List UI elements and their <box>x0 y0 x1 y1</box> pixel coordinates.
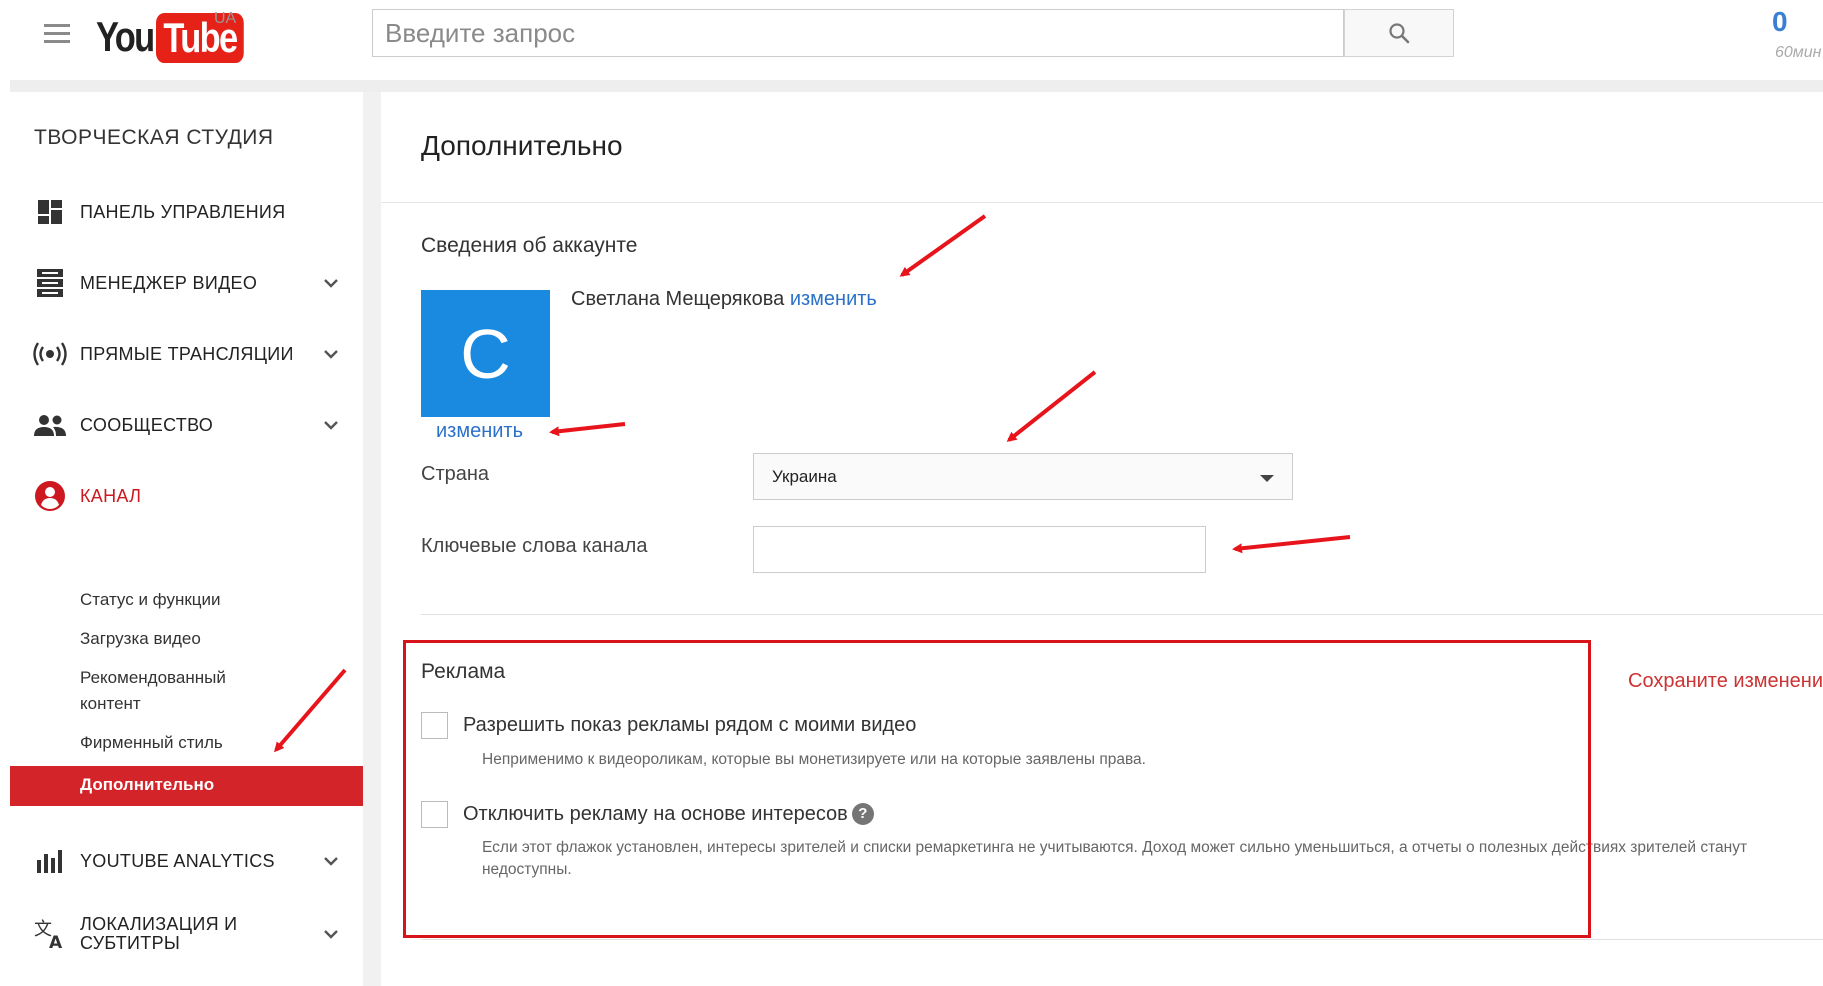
account-section-title: Сведения об аккаунте <box>421 234 638 257</box>
logo-region: UA <box>214 10 237 27</box>
sidebar-item-channel[interactable]: КАНАЛ <box>10 466 363 526</box>
avatar[interactable]: C <box>421 290 550 417</box>
chevron-down-icon[interactable] <box>320 272 342 294</box>
community-icon <box>33 408 67 442</box>
dashboard-icon <box>33 195 67 229</box>
translate-icon: 文 A <box>33 917 67 951</box>
ads-highlight-box <box>403 640 1591 938</box>
sidebar-item-label: ПАНЕЛЬ УПРАВЛЕНИЯ <box>80 201 286 222</box>
country-label: Страна <box>421 463 490 485</box>
sidebar-item-label: YOUTUBE ANALYTICS <box>80 850 275 871</box>
chevron-down-icon[interactable] <box>320 414 342 436</box>
sidebar-subitem-label: Рекомендованный <box>80 668 226 687</box>
sidebar-item-label-line1: ЛОКАЛИЗАЦИЯ И <box>80 914 238 934</box>
sidebar-item-label-line2: СУБТИТРЫ <box>80 933 181 953</box>
main-content: Дополнительно Сведения об аккаунте C изм… <box>381 92 1823 986</box>
header-divider <box>10 80 1823 92</box>
country-select[interactable]: Украина <box>753 453 1293 500</box>
video-manager-icon <box>33 266 67 300</box>
title-divider <box>381 202 1823 203</box>
channel-icon <box>33 479 67 513</box>
save-changes-message: Сохраните изменения <box>1628 670 1823 692</box>
sidebar-subitem-label: Дополнительно <box>80 775 215 794</box>
section-divider <box>421 614 1823 615</box>
svg-text:A: A <box>49 933 63 949</box>
sidebar-item-label: СООБЩЕСТВО <box>80 414 214 435</box>
sidebar-subitem-featured[interactable]: Рекомендованный контент <box>80 665 226 717</box>
search-box <box>372 9 1344 57</box>
sidebar-subitem-advanced[interactable]: Дополнительно <box>10 766 363 806</box>
account-name-row: Светлана Мещерякова изменить <box>571 288 877 311</box>
sidebar-item-label: ПРЯМЫЕ ТРАНСЛЯЦИИ <box>80 343 294 364</box>
avatar-letter: C <box>460 314 511 393</box>
sidebar-subitem-upload[interactable]: Загрузка видео <box>80 626 201 652</box>
sidebar-item-dashboard[interactable]: ПАНЕЛЬ УПРАВЛЕНИЯ <box>10 182 363 242</box>
country-select-value: Украина <box>772 467 837 486</box>
sidebar-item-label: МЕНЕДЖЕР ВИДЕО <box>80 272 258 293</box>
chevron-down-icon[interactable] <box>320 923 342 945</box>
studio-app: You Tube UA 0 60мин ТВОРЧЕСКАЯ СТУДИЯ <box>0 0 1823 986</box>
subscriber-count: 0 <box>1772 6 1788 37</box>
menu-icon[interactable] <box>44 24 70 44</box>
keywords-input[interactable] <box>753 526 1206 573</box>
sidebar-subitem-label: контент <box>80 694 141 713</box>
sidebar-item-localization[interactable]: 文 A ЛОКАЛИЗАЦИЯ И СУБТИТРЫ <box>10 904 363 964</box>
search-input[interactable] <box>373 10 1343 56</box>
logo-you: You <box>96 13 155 60</box>
chevron-down-icon[interactable] <box>320 343 342 365</box>
sidebar-item-analytics[interactable]: YOUTUBE ANALYTICS <box>10 831 363 891</box>
search-button[interactable] <box>1344 9 1454 57</box>
page-title: Дополнительно <box>421 130 623 161</box>
sidebar-item-live[interactable]: ПРЯМЫЕ ТРАНСЛЯЦИИ <box>10 324 363 384</box>
sidebar-item-community[interactable]: СООБЩЕСТВО <box>10 395 363 455</box>
avatar-change-link[interactable]: изменить <box>436 420 523 443</box>
sidebar-subitem-status[interactable]: Статус и функции <box>80 587 221 613</box>
sidebar-title: ТВОРЧЕСКАЯ СТУДИЯ <box>34 126 274 149</box>
analytics-icon <box>33 844 67 878</box>
sidebar-divider <box>363 92 381 986</box>
watch-time: 60мин <box>1775 44 1822 61</box>
section-divider-bottom <box>421 939 1823 940</box>
live-stream-icon <box>33 337 67 371</box>
youtube-logo[interactable]: You Tube UA <box>96 8 263 63</box>
search-icon <box>1389 23 1410 44</box>
keywords-label: Ключевые слова канала <box>421 535 648 557</box>
sidebar: ТВОРЧЕСКАЯ СТУДИЯ ПАНЕЛЬ УПРАВЛЕНИЯ МЕНЕ… <box>10 92 363 986</box>
chevron-down-icon[interactable] <box>320 850 342 872</box>
top-bar: You Tube UA 0 60мин <box>0 0 1823 80</box>
sidebar-item-label: КАНАЛ <box>80 485 142 506</box>
name-change-link[interactable]: изменить <box>790 288 877 310</box>
caret-down-icon <box>1260 475 1274 482</box>
sidebar-item-label: ЛОКАЛИЗАЦИЯ И СУБТИТРЫ <box>80 915 237 953</box>
sidebar-item-video-manager[interactable]: МЕНЕДЖЕР ВИДЕО <box>10 253 363 313</box>
account-name: Светлана Мещерякова <box>571 288 785 310</box>
sidebar-subitem-branding[interactable]: Фирменный стиль <box>80 730 223 756</box>
